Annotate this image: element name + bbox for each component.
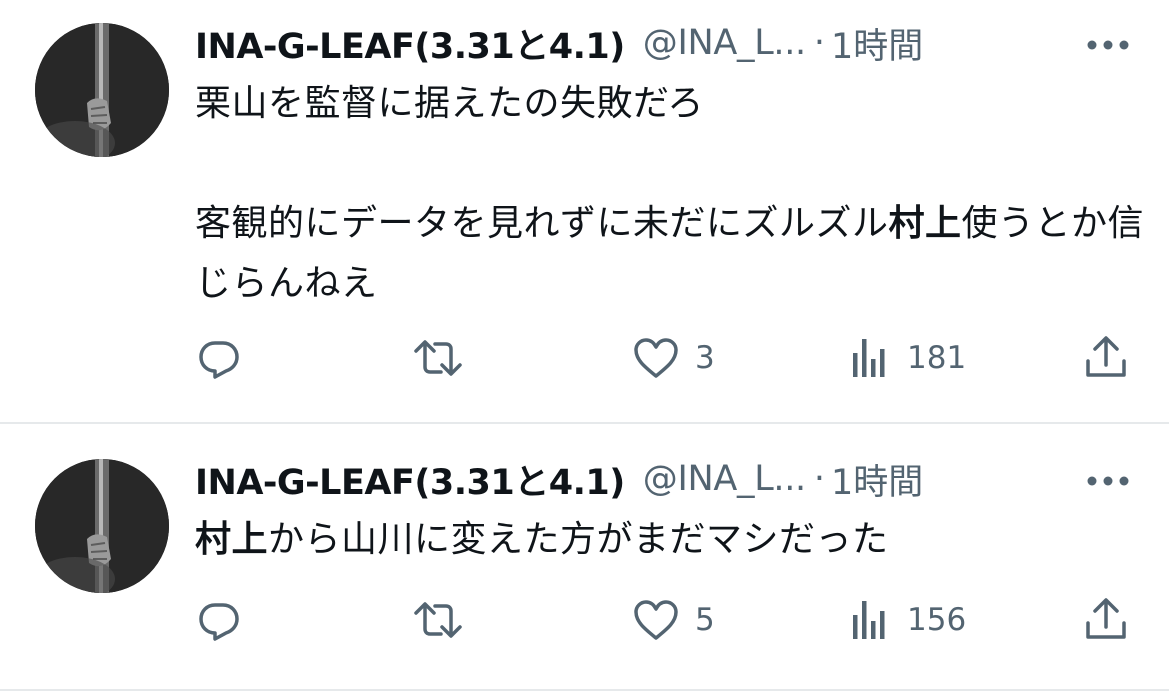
author-handle[interactable]: @INA_L...: [643, 459, 806, 499]
reply-button[interactable]: [194, 333, 244, 383]
more-options-button[interactable]: [1085, 35, 1131, 55]
heart-icon: [634, 338, 678, 378]
like-button[interactable]: 3: [631, 333, 715, 383]
avatar-image: [35, 459, 169, 593]
tweet-actions: 5 156: [0, 595, 1169, 645]
tweet-header: INA-G-LEAF(3.31と4.1) @INA_L... · 1時間: [195, 18, 923, 68]
avatar-image: [35, 23, 169, 157]
author-name[interactable]: INA-G-LEAF(3.31と4.1): [195, 454, 625, 505]
reply-icon: [199, 341, 239, 379]
tweet-text: 村上から山川に変えた方がまだマシだった: [195, 510, 1145, 570]
share-icon: [1086, 598, 1126, 639]
views-button[interactable]: 181: [849, 333, 966, 383]
tweet[interactable]: INA-G-LEAF(3.31と4.1) @INA_L... · 1時間 栗山を…: [0, 0, 1169, 422]
tweet-text: 栗山を監督に据えたの失敗だろ 客観的にデータを見れずに未だにズルズル村上使うとか…: [195, 74, 1145, 314]
like-count: 5: [695, 602, 715, 638]
share-button[interactable]: [1082, 333, 1130, 383]
tweet[interactable]: INA-G-LEAF(3.31と4.1) @INA_L... · 1時間 村上か…: [0, 424, 1169, 689]
reply-icon: [199, 603, 239, 641]
separator-dot: ·: [813, 459, 826, 499]
tweet-text-bold-segment: 村上: [888, 203, 962, 244]
more-icon: [1087, 476, 1129, 486]
tweet-text-bold-segment: 村上: [195, 519, 269, 560]
author-name[interactable]: INA-G-LEAF(3.31と4.1): [195, 18, 625, 69]
timestamp[interactable]: 1時間: [831, 18, 923, 69]
avatar[interactable]: [35, 459, 169, 593]
like-button[interactable]: 5: [631, 595, 715, 645]
views-button[interactable]: 156: [849, 595, 966, 645]
tweet-text-segment: 栗山を監督に据えたの失敗だろ: [195, 83, 704, 124]
views-count: 181: [907, 340, 967, 376]
tweet-text-segment: 客観的にデータを見れずに未だにズルズル: [195, 203, 889, 244]
like-count: 3: [695, 340, 715, 376]
tweet-text-segment: から山川に変えた方がまだマシだった: [268, 519, 889, 560]
author-handle[interactable]: @INA_L...: [643, 23, 806, 63]
share-icon: [1086, 336, 1126, 377]
tweet-header: INA-G-LEAF(3.31と4.1) @INA_L... · 1時間: [195, 454, 923, 504]
separator-dot: ·: [813, 23, 826, 63]
views-icon: [853, 601, 885, 639]
share-button[interactable]: [1082, 595, 1130, 645]
retweet-button[interactable]: [411, 333, 465, 383]
more-options-button[interactable]: [1085, 471, 1131, 491]
views-icon: [853, 339, 885, 377]
retweet-button[interactable]: [411, 595, 465, 645]
heart-icon: [634, 600, 678, 640]
retweet-icon: [414, 602, 462, 638]
reply-button[interactable]: [194, 595, 244, 645]
timestamp[interactable]: 1時間: [831, 454, 923, 505]
tweet-actions: 3 181: [0, 333, 1169, 383]
more-icon: [1087, 40, 1129, 50]
avatar[interactable]: [35, 23, 169, 157]
retweet-icon: [414, 340, 462, 376]
views-count: 156: [907, 602, 967, 638]
